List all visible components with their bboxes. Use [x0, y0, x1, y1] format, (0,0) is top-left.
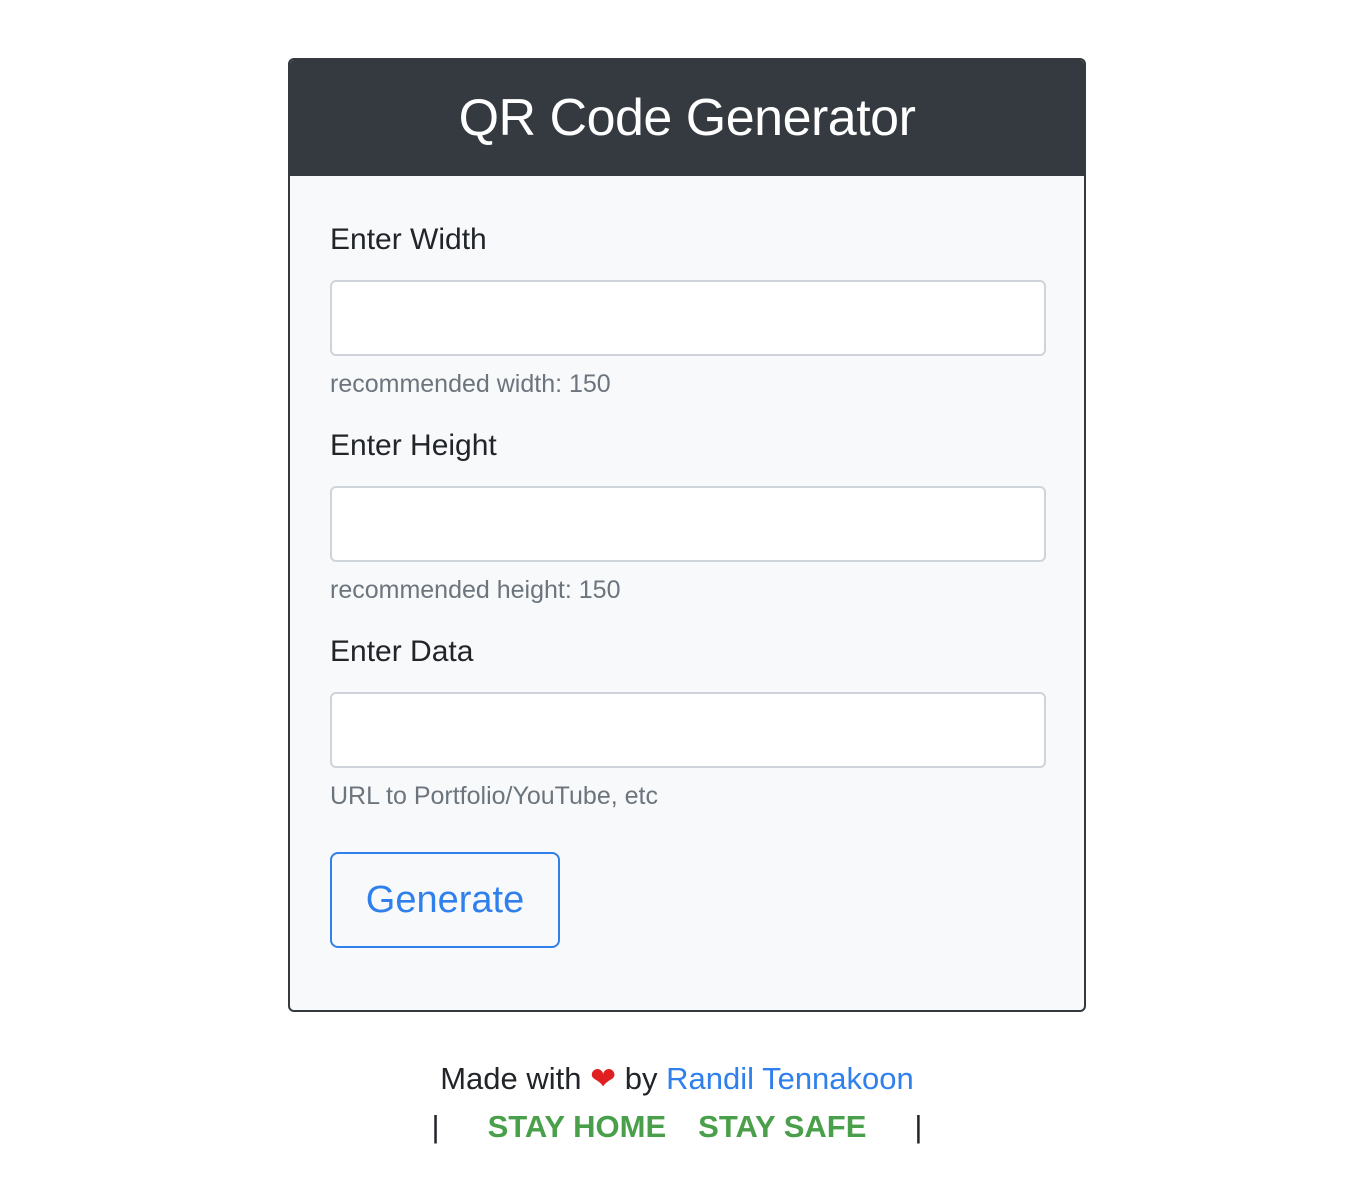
pipe-separator-left: |: [431, 1109, 440, 1144]
author-link[interactable]: Randil Tennakoon: [666, 1061, 914, 1096]
data-help-text: URL to Portfolio/YouTube, etc: [330, 782, 658, 810]
height-input[interactable]: [330, 486, 1046, 562]
data-input[interactable]: [330, 692, 1046, 768]
heart-icon: ❤: [590, 1061, 617, 1097]
pipe-separator-right: |: [914, 1109, 923, 1144]
data-label: Enter Data: [330, 635, 474, 668]
height-label: Enter Height: [330, 429, 497, 462]
by-text: by: [624, 1061, 658, 1096]
footer-credit: Made with ❤ by Randil Tennakoon: [0, 1056, 1354, 1102]
page-title: QR Code Generator: [458, 89, 916, 147]
width-label: Enter Width: [330, 223, 487, 256]
height-help-text: recommended height: 150: [330, 576, 621, 604]
card-body: Enter Width recommended width: 150 Enter…: [290, 176, 1084, 948]
stay-home-text: STAY HOME: [487, 1109, 667, 1144]
data-form-group: Enter Data URL to Portfolio/YouTube, etc: [330, 632, 1046, 812]
height-form-group: Enter Height recommended height: 150: [330, 426, 1046, 606]
qr-generator-card: QR Code Generator Enter Width recommende…: [288, 58, 1086, 1012]
width-form-group: Enter Width recommended width: 150: [330, 220, 1046, 400]
generate-button[interactable]: Generate: [330, 852, 560, 948]
width-input[interactable]: [330, 280, 1046, 356]
footer-slogan: | STAY HOME STAY SAFE |: [0, 1104, 1354, 1150]
width-help-text: recommended width: 150: [330, 370, 611, 398]
made-with-text: Made with: [440, 1061, 582, 1096]
stay-safe-text: STAY SAFE: [698, 1109, 867, 1144]
footer: Made with ❤ by Randil Tennakoon | STAY H…: [0, 1056, 1354, 1150]
card-header: QR Code Generator: [290, 60, 1084, 176]
